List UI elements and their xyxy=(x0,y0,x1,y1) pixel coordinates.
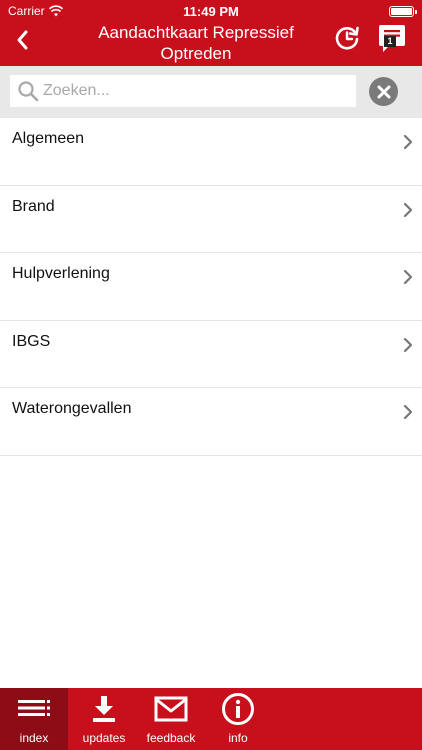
list-item-label: Algemeen xyxy=(12,130,85,147)
chevron-right-icon xyxy=(403,404,413,420)
search-box[interactable] xyxy=(10,75,356,107)
download-icon-wrap xyxy=(89,692,119,726)
list-item-algemeen[interactable]: Algemeen xyxy=(0,118,422,186)
back-button[interactable] xyxy=(6,24,38,56)
tab-index[interactable]: index xyxy=(0,688,68,750)
search-bar xyxy=(0,66,422,118)
tab-bar: index updates feedback info xyxy=(0,688,422,750)
chevron-left-icon xyxy=(17,30,28,50)
page-title: Aandachtkaart Repressief Optreden xyxy=(98,23,294,63)
list-item-label: IBGS xyxy=(12,332,51,350)
screen: Carrier 11:49 PM Aandachtkaart Repressie… xyxy=(0,0,422,750)
search-icon xyxy=(18,81,39,102)
chevron-right-icon xyxy=(403,269,413,285)
battery-icon xyxy=(389,6,417,17)
close-icon xyxy=(377,85,390,98)
clear-search-button[interactable] xyxy=(369,77,398,106)
header: Carrier 11:49 PM Aandachtkaart Repressie… xyxy=(0,0,422,66)
tab-label: updates xyxy=(82,731,126,745)
list-item-label: Hulpverlening xyxy=(12,265,110,282)
chevron-right-icon xyxy=(403,134,413,150)
list-item-waterongevallen[interactable]: Waterongevallen xyxy=(0,388,422,456)
tab-feedback[interactable]: feedback xyxy=(140,688,202,750)
refresh-clock-icon xyxy=(335,26,359,50)
tab-label: index xyxy=(19,731,49,745)
list-item-label: Brand xyxy=(12,197,55,215)
search-input[interactable] xyxy=(43,76,343,106)
list-item-brand[interactable]: Brand xyxy=(0,186,422,253)
list-icon-wrap xyxy=(17,692,51,726)
list-item-ibgs[interactable]: IBGS xyxy=(0,321,422,388)
mail-icon xyxy=(154,696,188,722)
download-icon xyxy=(93,696,115,722)
list-item-hulpverlening[interactable]: Hulpverlening xyxy=(0,253,422,321)
info-icon xyxy=(222,693,254,725)
notes-badge: 1 xyxy=(384,36,396,47)
refresh-button[interactable] xyxy=(332,23,362,53)
status-bar: Carrier 11:49 PM xyxy=(0,0,422,22)
info-icon-wrap xyxy=(221,692,255,726)
tab-updates[interactable]: updates xyxy=(68,688,140,750)
tab-info[interactable]: info xyxy=(202,688,274,750)
status-time: 11:49 PM xyxy=(183,4,239,19)
mail-icon-wrap xyxy=(154,692,188,726)
notes-button[interactable]: 1 xyxy=(376,22,408,54)
chevron-right-icon xyxy=(403,337,413,352)
tab-label: feedback xyxy=(146,731,196,745)
list-icon xyxy=(18,700,50,716)
chevron-right-icon xyxy=(403,202,413,217)
tab-label: info xyxy=(228,731,248,745)
category-list: Algemeen Brand Hulpverlening IBGS Watero… xyxy=(0,118,422,456)
list-item-label: Waterongevallen xyxy=(12,400,132,417)
